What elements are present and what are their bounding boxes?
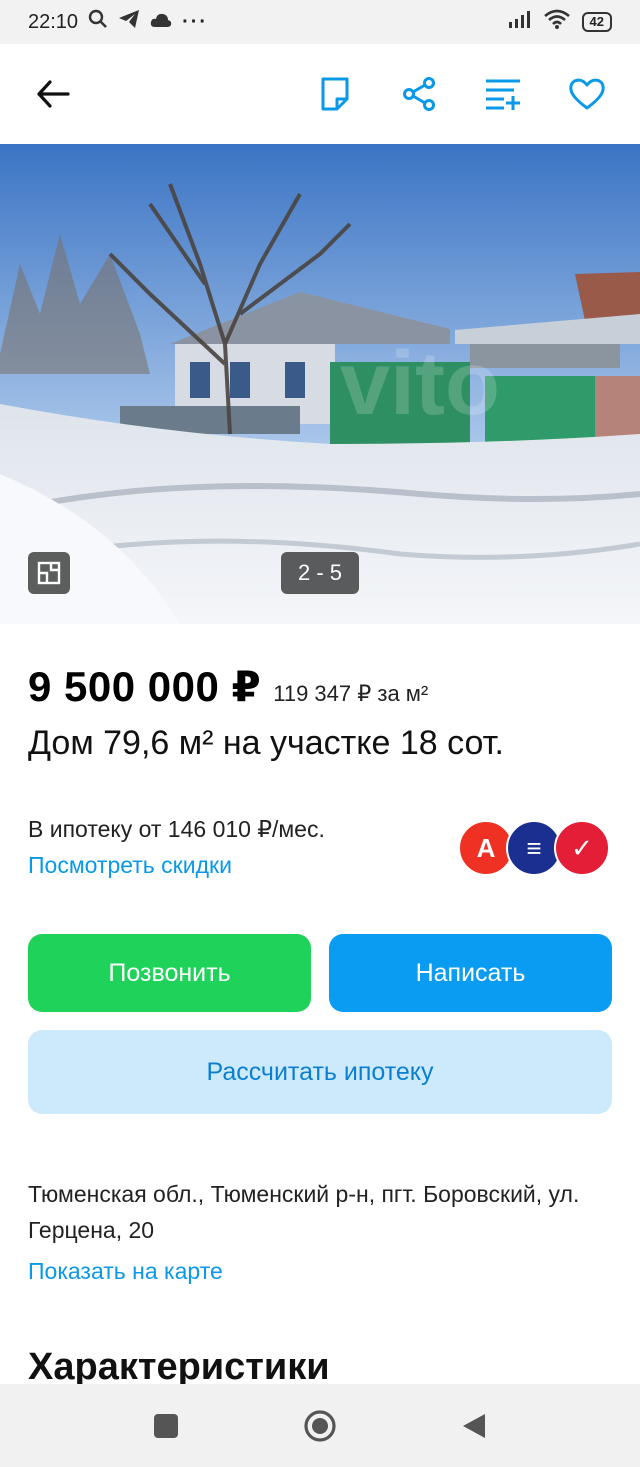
characteristics-heading: Характеристики xyxy=(28,1346,330,1388)
note-icon[interactable] xyxy=(312,71,358,117)
battery-indicator: 42 xyxy=(581,12,612,32)
signal-icon xyxy=(508,10,532,34)
price: 9 500 000 ₽ xyxy=(28,663,262,710)
price-row: 9 500 000 ₽ 119 347 ₽ за м² xyxy=(28,662,428,711)
svg-text:vito: vito xyxy=(340,334,500,434)
top-toolbar xyxy=(0,44,640,144)
telegram-icon xyxy=(118,9,140,35)
photo-counter: 2 - 5 xyxy=(281,552,359,594)
show-on-map-link[interactable]: Показать на карте xyxy=(28,1258,223,1285)
search-icon xyxy=(88,9,108,35)
share-icon[interactable] xyxy=(396,71,442,117)
write-button[interactable]: Написать xyxy=(329,934,612,1012)
price-per-m2: 119 347 ₽ за м² xyxy=(273,681,429,706)
call-button[interactable]: Позвонить xyxy=(28,934,311,1012)
status-time: 22:10 xyxy=(28,10,79,33)
discount-link[interactable]: Посмотреть скидки xyxy=(28,852,232,879)
listing-title: Дом 79,6 м² на участке 18 сот. xyxy=(28,724,504,762)
address: Тюменская обл., Тюменский р-н, пгт. Боро… xyxy=(28,1181,580,1243)
back-icon[interactable] xyxy=(457,1409,491,1443)
more-dots: ··· xyxy=(182,10,209,33)
system-nav-bar xyxy=(0,1384,640,1467)
home-icon[interactable] xyxy=(303,1409,337,1443)
compare-icon[interactable] xyxy=(480,71,526,117)
wifi-icon xyxy=(543,9,570,35)
calculate-mortgage-button[interactable]: Рассчитать ипотеку xyxy=(28,1030,612,1114)
recent-apps-icon[interactable] xyxy=(149,1409,183,1443)
cloud-icon xyxy=(150,11,172,34)
status-bar: 22:10 ··· 42 xyxy=(0,0,640,44)
back-arrow-icon[interactable] xyxy=(30,71,76,117)
bank-logo-3: ✓ xyxy=(554,820,610,876)
favorite-heart-icon[interactable] xyxy=(564,71,610,117)
floor-plan-icon[interactable] xyxy=(28,552,70,594)
bank-logos[interactable]: А ≡ ✓ xyxy=(458,820,610,876)
mortgage-text: В ипотеку от 146 010 ₽/мес. xyxy=(28,816,325,842)
